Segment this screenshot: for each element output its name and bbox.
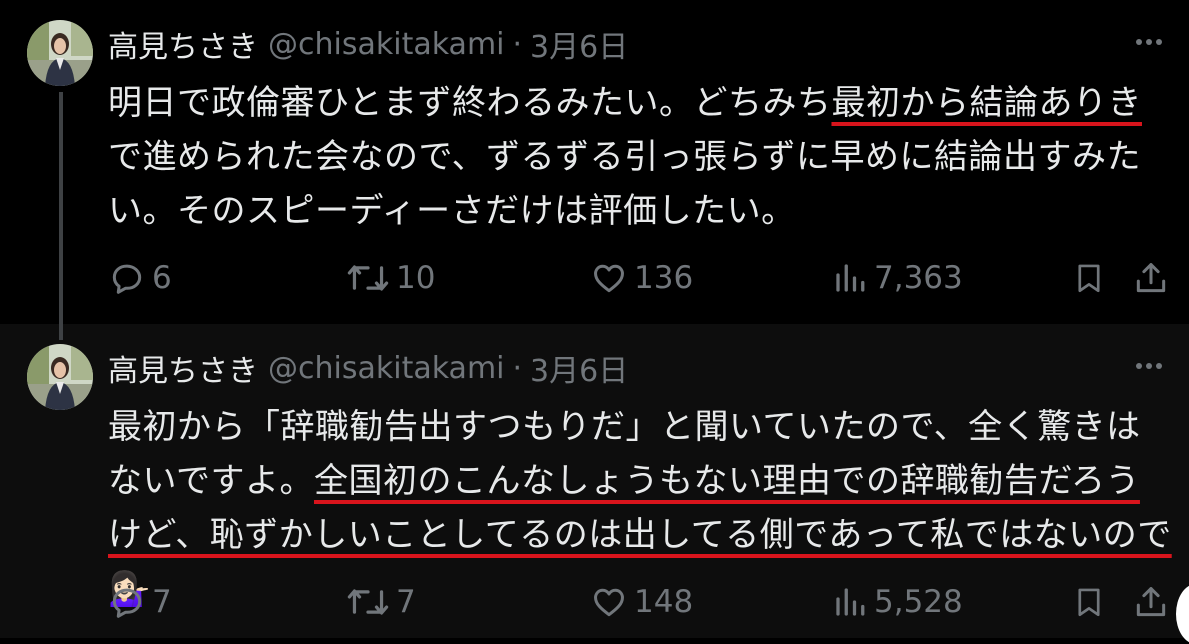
more-button[interactable] (1133, 354, 1165, 378)
reply-count: 6 (152, 260, 172, 296)
like-button[interactable]: 148 (590, 582, 693, 622)
bookmark-button[interactable] (1072, 582, 1106, 622)
more-horizontal-icon (1136, 39, 1162, 45)
action-bar: 6 10 136 7,363 (108, 258, 1168, 298)
display-name[interactable]: 高見ちさき (108, 22, 258, 66)
user-handle[interactable]: @chisakitakami (268, 351, 505, 386)
share-button[interactable] (1132, 258, 1170, 298)
bookmark-icon (1078, 264, 1100, 293)
thread-connector-line (59, 92, 63, 340)
retweet-count: 7 (396, 584, 416, 620)
reply-button[interactable]: 7 (108, 582, 172, 622)
bookmark-icon (1078, 588, 1100, 617)
share-icon (1136, 263, 1166, 293)
like-count: 136 (634, 260, 694, 296)
reply-button[interactable]: 6 (108, 258, 172, 298)
avatar-image (27, 20, 93, 86)
tweet-text: 明日で政倫審ひとまず終わるみたい。どちみち最初から結論ありきで進められた会なので… (108, 76, 1173, 238)
action-bar: 7 7 148 5,528 (108, 582, 1168, 622)
like-count: 148 (634, 584, 694, 620)
retweet-button[interactable]: 7 (346, 582, 416, 622)
views-count: 5,528 (874, 584, 963, 620)
views-count: 7,363 (874, 260, 963, 296)
retweet-icon (347, 589, 389, 615)
tweet[interactable]: 高見ちさき @chisakitakami · 3月6日 明日で政倫審ひとまず終わ… (0, 0, 1189, 324)
more-horizontal-icon (1136, 363, 1162, 369)
heart-icon (594, 588, 624, 617)
separator-dot: · (512, 26, 523, 62)
avatar[interactable] (27, 344, 93, 410)
underlined-text: 最初から結論ありき (831, 83, 1142, 123)
tweet-header: 高見ちさき @chisakitakami · 3月6日 (108, 22, 628, 66)
display-name[interactable]: 高見ちさき (108, 346, 258, 390)
avatar-image (27, 344, 93, 410)
tweet-text-part: で進められた会なので、ずるずる引っ張らずに早めに結論出すみたい。そのスピーディー… (108, 137, 1141, 231)
avatar[interactable] (27, 20, 93, 86)
like-button[interactable]: 136 (590, 258, 693, 298)
retweet-count: 10 (396, 260, 436, 296)
separator-dot: · (512, 350, 523, 386)
retweet-icon (347, 265, 389, 291)
tweet-header: 高見ちさき @chisakitakami · 3月6日 (108, 346, 628, 390)
reply-icon (112, 588, 142, 618)
reply-count: 7 (152, 584, 172, 620)
reply-icon (112, 264, 142, 294)
user-handle[interactable]: @chisakitakami (268, 27, 505, 62)
heart-icon (594, 264, 624, 293)
more-button[interactable] (1133, 30, 1165, 54)
tweet-text-part: 明日で政倫審ひとまず終わるみたい。どちみち (108, 83, 832, 123)
views-button[interactable]: 5,528 (832, 582, 963, 622)
bookmark-button[interactable] (1072, 258, 1106, 298)
share-button[interactable] (1132, 582, 1170, 622)
tweet-date[interactable]: 3月6日 (530, 346, 628, 390)
tweet-date[interactable]: 3月6日 (530, 22, 628, 66)
tweet[interactable]: 高見ちさき @chisakitakami · 3月6日 最初から「辞職勧告出すつ… (0, 324, 1189, 638)
analytics-icon (836, 588, 865, 616)
share-icon (1136, 587, 1166, 617)
retweet-button[interactable]: 10 (346, 258, 435, 298)
views-button[interactable]: 7,363 (832, 258, 963, 298)
analytics-icon (836, 264, 865, 292)
